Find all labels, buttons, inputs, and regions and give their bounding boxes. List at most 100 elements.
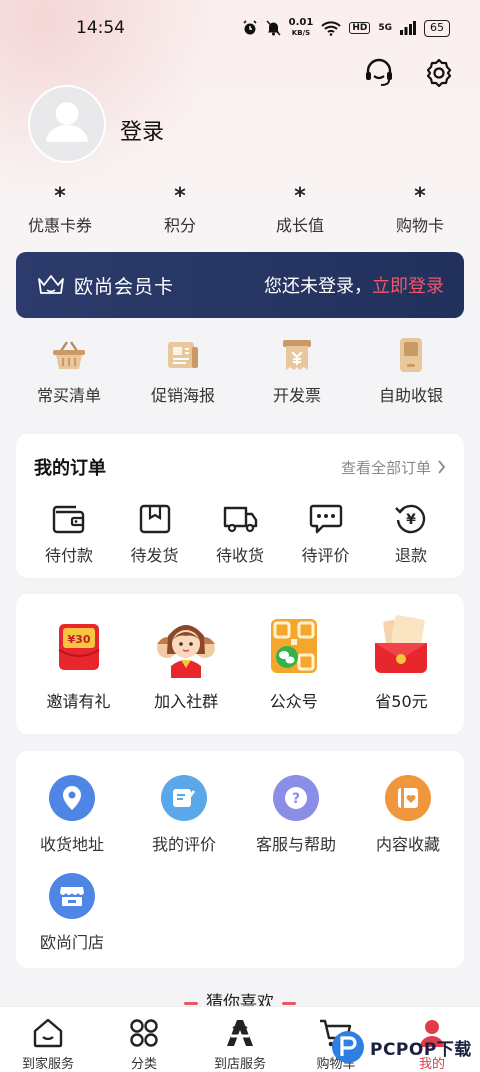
tool-label: 促销海报 [150,386,215,405]
refund-icon: ¥ [372,502,450,536]
customer-service-icon[interactable] [362,56,396,90]
orders-row: 待付款 待发货 待收货 待评价 ¥ 退款 [16,480,464,566]
service-label: 收货地址 [39,835,104,854]
promo-label: 省50元 [375,692,428,711]
header-actions [362,56,456,90]
service-label: 欧尚门店 [39,933,104,952]
service-address[interactable]: 收货地址 [16,775,128,855]
member-card-prompt: 您还未登录， [264,276,372,297]
stat-shopping-card[interactable]: * 购物卡 [360,184,480,236]
promo-official-account[interactable]: 公众号 [241,612,346,712]
order-pending-payment[interactable]: 待付款 [30,502,108,566]
chevron-right-icon [438,460,446,474]
promo-label: 加入社群 [154,692,219,711]
order-label: 待评价 [301,546,350,565]
order-label: 待发货 [130,546,179,565]
red-packet-icon: ¥30 [26,612,131,680]
orders-header: 我的订单 查看全部订单 [16,434,464,480]
member-card-prompt-group: 您还未登录，立即登录 [264,272,444,298]
service-my-reviews[interactable]: 我的评价 [128,775,240,855]
order-pending-review[interactable]: 待评价 [287,502,365,566]
net-speed-value: 0.01 [288,17,314,28]
net-speed: 0.01 KB/S [289,18,314,38]
stat-coupons[interactable]: * 优惠卡券 [0,184,120,236]
promo-save-50[interactable]: 省50元 [349,612,454,712]
nav-label: 到家服务 [21,1057,74,1072]
truck-icon [201,502,279,536]
stat-label: 积分 [163,216,196,235]
self-checkout-icon [356,336,466,374]
nav-label: 分类 [130,1057,157,1072]
order-refund[interactable]: ¥ 退款 [372,502,450,566]
nav-label: 到店服务 [213,1057,266,1072]
home-icon [0,1017,96,1049]
service-stores[interactable]: 欧尚门店 [16,873,128,953]
community-icon [134,612,239,680]
stat-label: 优惠卡券 [27,216,92,235]
category-icon [96,1017,192,1049]
tool-self-checkout[interactable]: 自助收银 [356,336,466,406]
settings-icon[interactable] [422,56,456,90]
default-avatar-icon [46,102,88,142]
orders-card: 我的订单 查看全部订单 待付款 待发货 待收货 待评价 ¥ 退款 [16,434,464,578]
wifi-icon [321,20,342,36]
tool-promo-poster[interactable]: 促销海报 [128,336,238,406]
order-pending-shipment[interactable]: 待发货 [116,502,194,566]
promo-community[interactable]: 加入社群 [134,612,239,712]
red-packet-badge: ¥30 [67,633,90,646]
stat-growth[interactable]: * 成长值 [240,184,360,236]
wechat-qr-icon [241,612,346,680]
stat-label: 购物卡 [395,216,444,235]
member-crown-icon [38,275,64,294]
nav-home-delivery[interactable]: 到家服务 [0,1007,96,1072]
stat-value: * [174,184,186,209]
watermark: PCPOP下载 [330,1025,480,1069]
invoice-icon [242,336,352,374]
service-label: 我的评价 [151,835,216,854]
services-grid: 收货地址 我的评价 ? 客服与帮助 内容收藏 欧尚门店 [16,751,464,971]
login-link[interactable]: 登录 [120,114,164,146]
coupon-envelope-icon [349,612,454,680]
nav-category[interactable]: 分类 [96,1007,192,1072]
comment-icon [287,502,365,536]
mute-icon [266,20,281,36]
stat-points[interactable]: * 积分 [120,184,240,236]
tool-label: 常买清单 [36,386,101,405]
battery-indicator: 65 [424,19,450,37]
watermark-text: PCPOP下载 [370,1039,472,1060]
service-label: 客服与帮助 [255,835,336,854]
avatar[interactable] [28,85,106,163]
service-favorites[interactable]: 内容收藏 [352,775,464,855]
status-time: 14:54 [76,18,125,38]
hd-badge: HD [349,22,371,34]
stat-value: * [294,184,306,209]
order-label: 待付款 [44,546,93,565]
member-card-banner[interactable]: 欧尚会员卡 您还未登录，立即登录 [16,252,464,318]
nav-in-store[interactable]: 到店服务 [192,1007,288,1072]
promo-label: 邀请有礼 [46,692,111,711]
edit-icon [161,775,207,821]
tool-invoice[interactable]: 开发票 [242,336,352,406]
help-icon: ? [273,775,319,821]
signal-icon [400,21,416,35]
order-label: 待收货 [215,546,264,565]
favorite-icon [385,775,431,821]
location-icon [49,775,95,821]
member-login-link[interactable]: 立即登录 [372,276,444,297]
service-help[interactable]: ? 客服与帮助 [240,775,352,855]
services-card: 收货地址 我的评价 ? 客服与帮助 内容收藏 欧尚门店 [16,751,464,968]
order-pending-receipt[interactable]: 待收货 [201,502,279,566]
box-icon [116,502,194,536]
quick-tools: 常买清单 促销海报 开发票 自助收银 [0,336,480,406]
service-label: 内容收藏 [375,835,440,854]
promo-card: ¥30 邀请有礼 加入社群 公众号 省50元 [16,594,464,734]
view-all-orders-label: 查看全部订单 [340,458,431,477]
svg-text:¥: ¥ [406,512,416,528]
tool-shopping-list[interactable]: 常买清单 [14,336,124,406]
watermark-logo-icon [332,1031,364,1063]
net-speed-unit: KB/S [291,29,311,37]
view-all-orders-link[interactable]: 查看全部订单 [341,457,446,478]
promo-invite[interactable]: ¥30 邀请有礼 [26,612,131,712]
stat-value: * [414,184,426,209]
profile-stats: * 优惠卡券 * 积分 * 成长值 * 购物卡 [0,184,480,236]
